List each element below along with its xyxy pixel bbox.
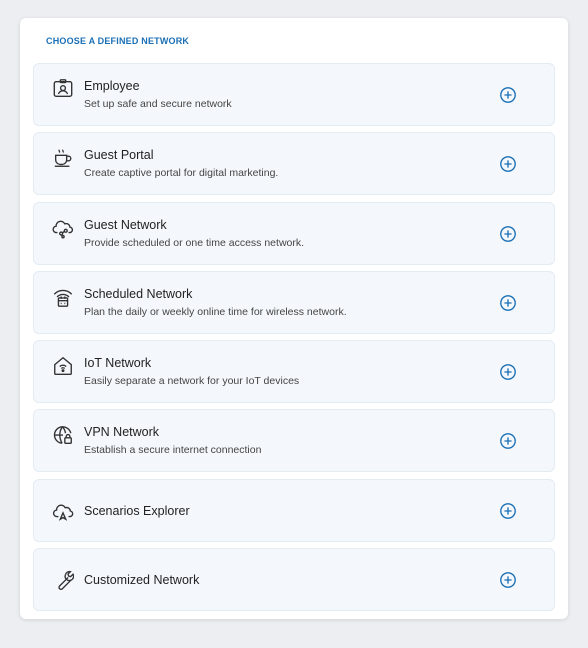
network-chooser-panel: CHOOSE A DEFINED NETWORK Employee Set up…: [20, 18, 568, 619]
add-circle-icon[interactable]: [499, 155, 517, 173]
network-item-description: Set up safe and secure network: [84, 98, 232, 110]
employee-badge-icon: [52, 78, 74, 100]
wifi-calendar-icon: [52, 286, 74, 308]
network-item-description: Plan the daily or weekly online time for…: [84, 305, 347, 318]
smart-home-icon: [52, 355, 74, 377]
add-circle-icon[interactable]: [499, 86, 517, 104]
network-item-iot-network[interactable]: IoT Network Easily separate a network fo…: [33, 340, 555, 404]
network-item-scenarios-explorer[interactable]: Scenarios Explorer: [33, 478, 555, 542]
network-item-title: Guest Network: [84, 217, 167, 232]
network-item-title: IoT Network: [84, 356, 152, 371]
network-item-description: Establish a secure internet connection: [84, 444, 262, 457]
network-item-customized-network[interactable]: Customized Network: [33, 548, 555, 612]
network-item-guest-portal[interactable]: Guest Portal Create captive portal for d…: [33, 132, 555, 196]
network-item-description: Create captive portal for digital market…: [84, 167, 279, 180]
globe-lock-icon: [52, 424, 74, 446]
add-circle-icon[interactable]: [499, 432, 517, 450]
network-item-scheduled-network[interactable]: Scheduled Network Plan the daily or week…: [33, 270, 555, 334]
add-circle-icon[interactable]: [499, 502, 517, 520]
add-circle-icon[interactable]: [499, 225, 517, 243]
add-circle-icon[interactable]: [499, 294, 517, 312]
network-item-description: Provide scheduled or one time access net…: [84, 236, 305, 249]
network-item-description: Easily separate a network for your IoT d…: [84, 375, 300, 388]
coffee-cup-icon: [52, 147, 74, 169]
cloud-explore-icon: [52, 500, 74, 522]
network-list: Employee Set up safe and secure network …: [33, 63, 555, 617]
add-circle-icon[interactable]: [499, 571, 517, 589]
cloud-network-icon: [52, 217, 74, 239]
network-item-vpn-network[interactable]: VPN Network Establish a secure internet …: [33, 409, 555, 473]
network-item-title: Scenarios Explorer: [84, 503, 190, 518]
network-item-title: VPN Network: [84, 425, 160, 440]
panel-heading: CHOOSE A DEFINED NETWORK: [46, 36, 190, 46]
network-item-guest-network[interactable]: Guest Network Provide scheduled or one t…: [33, 201, 555, 265]
add-circle-icon[interactable]: [499, 363, 517, 381]
network-item-title: Customized Network: [84, 573, 200, 588]
network-item-employee[interactable]: Employee Set up safe and secure network: [33, 63, 555, 126]
wrench-icon: [52, 569, 74, 591]
network-item-title: Guest Portal: [84, 148, 154, 163]
network-item-title: Scheduled Network: [84, 286, 193, 301]
network-item-title: Employee: [84, 79, 140, 93]
